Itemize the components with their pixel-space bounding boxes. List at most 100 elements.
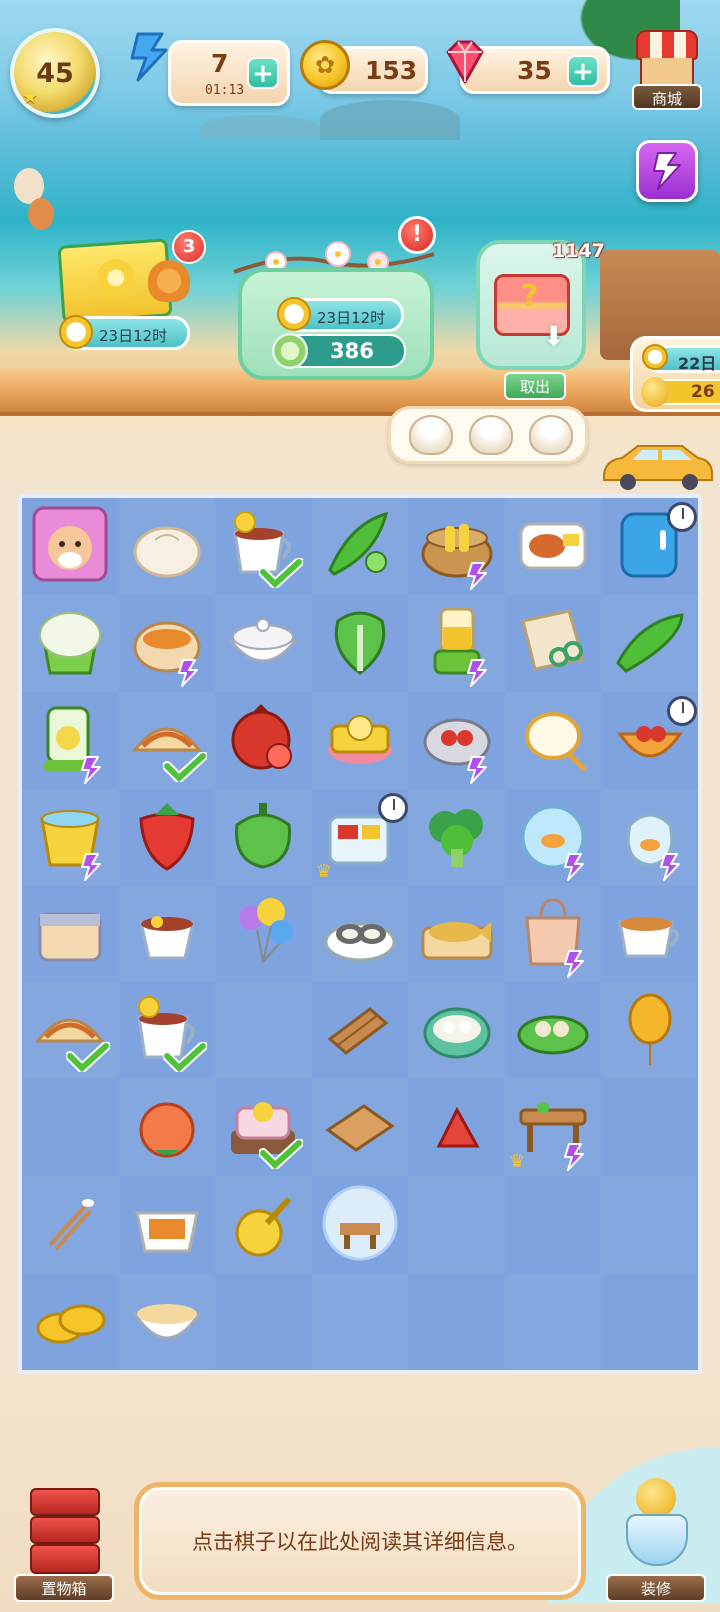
board-cell[interactable]: [408, 788, 505, 886]
takeout-box-icon[interactable]: [127, 1183, 207, 1267]
board-cell[interactable]: [312, 595, 409, 692]
red-shard-icon[interactable]: [417, 1086, 497, 1170]
board-cell[interactable]: [408, 498, 505, 595]
board-cell[interactable]: [601, 1176, 698, 1274]
peach-icon[interactable]: [127, 1086, 207, 1170]
okra-icon[interactable]: [320, 504, 400, 588]
board-cell[interactable]: [215, 1273, 312, 1370]
board-cell[interactable]: [22, 594, 119, 692]
board-cell[interactable]: [601, 1273, 698, 1370]
board-cell[interactable]: [311, 498, 409, 595]
pudding-bowl-icon[interactable]: [127, 1280, 207, 1364]
board-cell[interactable]: [215, 692, 312, 789]
board-cell[interactable]: [504, 1273, 602, 1370]
board-cell[interactable]: [408, 1176, 505, 1274]
board-cell[interactable]: [504, 498, 602, 595]
board-cell[interactable]: [118, 691, 216, 789]
strawberry-icon[interactable]: [127, 795, 207, 879]
board-cell[interactable]: [601, 498, 698, 595]
fishing-net-icon[interactable]: [513, 698, 593, 782]
board-cell[interactable]: [22, 1176, 119, 1274]
steamed-bun-icon[interactable]: [127, 504, 207, 588]
board-cell[interactable]: [408, 594, 505, 692]
board-cell[interactable]: [504, 691, 602, 789]
lemon-tea-icon[interactable]: [127, 892, 207, 976]
board-cell[interactable]: [22, 1273, 119, 1370]
pomegranate-icon[interactable]: [223, 698, 303, 782]
board-cell[interactable]: [215, 498, 312, 595]
board-cell[interactable]: [505, 595, 602, 692]
green-pepper-icon[interactable]: [223, 795, 303, 879]
dumpling-bowl-icon[interactable]: [417, 989, 497, 1073]
add-gems-button[interactable]: +: [567, 55, 599, 87]
board-cell[interactable]: [119, 982, 216, 1079]
broccoli-icon[interactable]: [417, 795, 497, 879]
board-cell[interactable]: [118, 885, 216, 983]
board-cell[interactable]: [408, 1273, 505, 1370]
board-cell[interactable]: [215, 982, 312, 1080]
board-cell[interactable]: [22, 982, 119, 1080]
board-cell[interactable]: [601, 692, 698, 789]
board-cell[interactable]: [311, 885, 409, 983]
customer-order-bubble[interactable]: [388, 406, 588, 464]
level-badge[interactable]: 45 ★: [10, 28, 100, 118]
coin-roller-icon[interactable]: [223, 1183, 303, 1267]
juicer-icon[interactable]: [30, 601, 110, 685]
board-cell[interactable]: [215, 788, 312, 886]
board-cell[interactable]: [119, 789, 216, 886]
pineapple-cake-icon[interactable]: [320, 698, 400, 782]
take-out-button[interactable]: 取出: [504, 372, 566, 400]
board-cell[interactable]: [601, 982, 698, 1080]
board-cell[interactable]: [312, 1176, 409, 1273]
board-cell[interactable]: [601, 594, 698, 692]
cotton-swab-icon[interactable]: [30, 1183, 110, 1267]
bubble-table-icon[interactable]: [320, 1183, 400, 1267]
board-cell[interactable]: ♛: [504, 1079, 602, 1177]
oyster-plate-icon[interactable]: [320, 892, 400, 976]
paper-scissors-icon[interactable]: [513, 601, 593, 685]
board-cell[interactable]: [312, 982, 409, 1079]
board-cell[interactable]: [22, 886, 119, 983]
board-cell[interactable]: [504, 885, 602, 983]
storage-box-icon[interactable]: [30, 892, 110, 976]
board-cell[interactable]: [601, 788, 698, 886]
wood-planks-icon[interactable]: [320, 989, 400, 1073]
tea-cup-icon[interactable]: [610, 892, 690, 976]
board-cell[interactable]: [601, 886, 698, 983]
board-cell[interactable]: [601, 1079, 698, 1176]
board-cell[interactable]: [119, 595, 216, 692]
merge-board[interactable]: ♛ ♛: [18, 494, 702, 1374]
board-cell[interactable]: [505, 789, 602, 886]
board-cell[interactable]: [311, 1273, 409, 1370]
shop-button[interactable]: 商城: [628, 26, 706, 112]
board-cell[interactable]: [408, 982, 505, 1080]
board-cell[interactable]: [119, 1176, 216, 1273]
meal-box-icon[interactable]: [513, 504, 593, 588]
board-cell[interactable]: [311, 691, 409, 789]
board-cell[interactable]: [505, 982, 602, 1079]
hamster-card-icon[interactable]: [30, 504, 110, 588]
board-cell[interactable]: [22, 1079, 119, 1176]
add-energy-button[interactable]: +: [247, 57, 279, 89]
yellow-balloon-icon[interactable]: [610, 989, 690, 1073]
board-cell[interactable]: [408, 1079, 505, 1176]
board-cell[interactable]: [22, 788, 119, 886]
blossom-event[interactable]: 23日12时 386: [238, 268, 434, 380]
side-event[interactable]: 22日 26: [630, 336, 720, 412]
gold-coins-icon[interactable]: [30, 1280, 110, 1364]
board-cell[interactable]: ♛: [312, 789, 409, 886]
board-cell[interactable]: [215, 1176, 312, 1274]
wood-board-icon[interactable]: [320, 1086, 400, 1170]
rice-bowl-icon[interactable]: [223, 601, 303, 685]
decorate-button[interactable]: 装修: [606, 1478, 706, 1604]
board-cell[interactable]: [505, 1176, 602, 1273]
board-cell[interactable]: [22, 692, 119, 789]
board-cell[interactable]: [118, 1273, 216, 1370]
bok-choy-icon[interactable]: [320, 601, 400, 685]
board-cell[interactable]: [215, 1079, 312, 1176]
board-cell[interactable]: [215, 886, 312, 983]
board-cell[interactable]: [22, 498, 119, 595]
storage-box-button[interactable]: 置物箱: [14, 1484, 114, 1604]
board-cell[interactable]: [118, 498, 216, 595]
board-cell[interactable]: [408, 692, 505, 789]
